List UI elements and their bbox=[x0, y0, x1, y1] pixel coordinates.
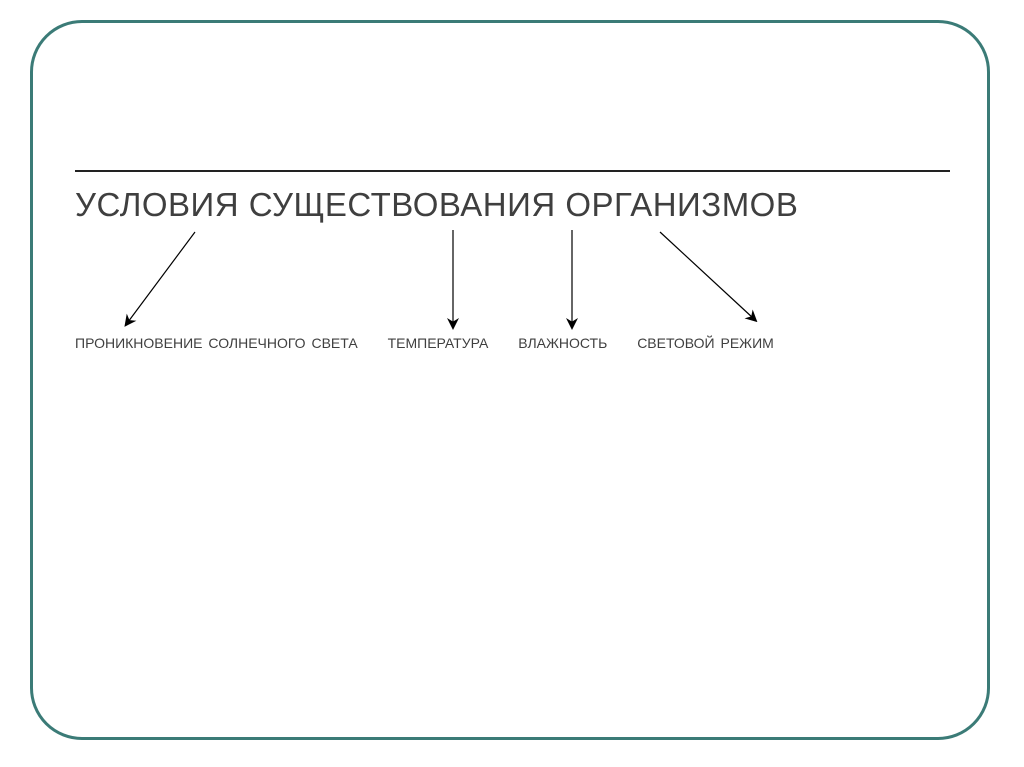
item-sunlight-penetration: ПРОНИКНОВЕНИЕ СОЛНЕЧНОГО СВЕТА bbox=[75, 335, 358, 351]
item-light-mode: СВЕТОВОЙ РЕЖИМ bbox=[637, 335, 774, 351]
item-humidity: ВЛАЖНОСТЬ bbox=[518, 335, 607, 351]
diagram-items-row: ПРОНИКНОВЕНИЕ СОЛНЕЧНОГО СВЕТА ТЕМПЕРАТУ… bbox=[75, 335, 774, 351]
title-underline bbox=[75, 170, 950, 172]
item-temperature: ТЕМПЕРАТУРА bbox=[388, 335, 489, 351]
diagram-title: УСЛОВИЯ СУЩЕСТВОВАНИЯ ОРГАНИЗМОВ bbox=[75, 186, 798, 224]
slide-frame bbox=[30, 20, 990, 740]
